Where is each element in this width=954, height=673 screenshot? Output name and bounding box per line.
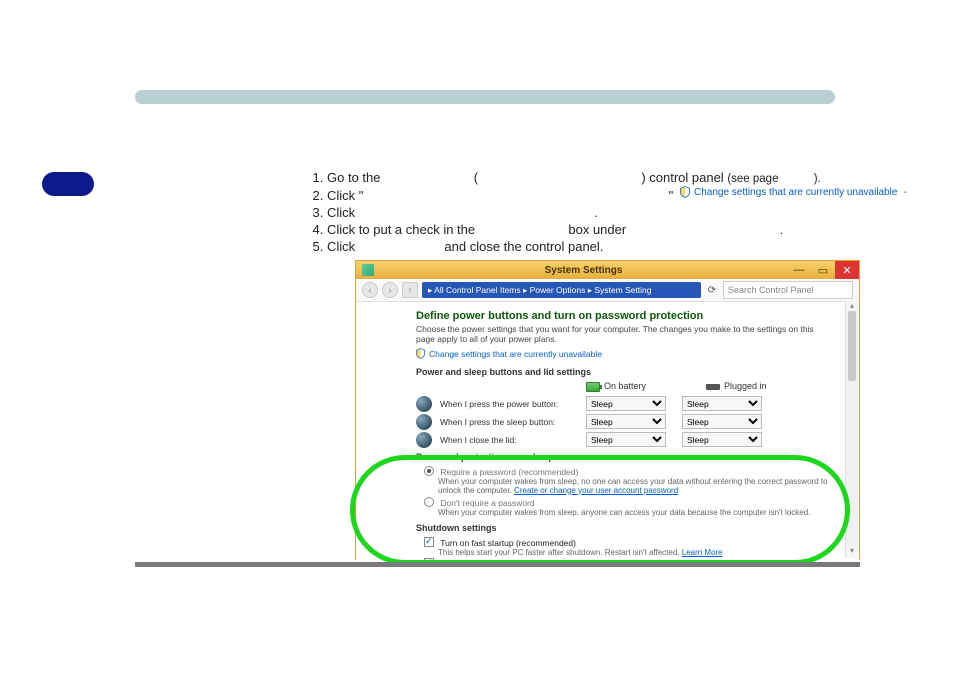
col-battery-label: On battery (604, 381, 646, 391)
scrollbar[interactable]: ▴ ▾ (845, 301, 858, 558)
shield-icon (680, 186, 690, 198)
row-label: When I press the sleep button: (440, 417, 586, 427)
step-text: Click to put a check in the (327, 222, 479, 237)
column-headers: On battery Plugged in (586, 381, 829, 392)
radio-label: Require a password (recommended) (440, 467, 578, 477)
window-titlebar: System Settings — ▭ ✕ (356, 261, 859, 279)
refresh-button[interactable]: ⟳ (705, 285, 719, 296)
change-settings-link[interactable]: Change settings that are currently unava… (416, 348, 829, 359)
dash: - (903, 187, 906, 198)
change-settings-inline-link: Change settings that are currently unava… (680, 186, 907, 198)
radio-require-password[interactable]: Require a password (recommended) When yo… (424, 466, 829, 495)
step-text: ) control panel (641, 170, 727, 185)
sleep-battery-select[interactable]: Sleep (586, 414, 666, 429)
step-text: ( (474, 170, 478, 185)
change-settings-inline-text: Change settings that are currently unava… (694, 187, 897, 198)
embedded-window-screenshot: System Settings — ▭ ✕ ‹ › ↑ ▸ All Contro… (355, 260, 860, 560)
radio-desc: When your computer wakes from sleep, any… (438, 508, 829, 517)
section-heading-buttons: Power and sleep buttons and lid settings (416, 367, 829, 377)
row-sleep-button: When I press the sleep button: Sleep Sle… (416, 414, 829, 430)
step-text-small: ). (814, 173, 821, 185)
address-breadcrumb[interactable]: ▸ All Control Panel Items ▸ Power Option… (422, 282, 701, 298)
step-text: . (594, 205, 598, 220)
radio-icon (424, 497, 434, 507)
step-text: box under (568, 222, 629, 237)
checkbox-icon (424, 558, 434, 560)
window-title: System Settings (380, 265, 787, 276)
row-label: When I close the lid: (440, 435, 586, 445)
row-power-button: When I press the power button: Sleep Sle… (416, 396, 829, 412)
section-heading-shutdown: Shutdown settings (416, 523, 829, 533)
col-plugged-label: Plugged in (724, 381, 767, 391)
window-body: Define power buttons and turn on passwor… (356, 302, 859, 560)
forward-button[interactable]: › (382, 282, 398, 298)
step-text: " (669, 188, 674, 203)
create-password-link[interactable]: Create or change your user account passw… (514, 486, 678, 495)
shield-icon (416, 348, 425, 359)
page-heading: Define power buttons and turn on passwor… (416, 310, 829, 322)
change-settings-link-text: Change settings that are currently unava… (429, 349, 602, 359)
step-4: Click to put a check in the box under . (327, 222, 825, 238)
close-button[interactable]: ✕ (835, 261, 859, 279)
battery-icon (586, 382, 600, 392)
shutdown-settings-block: Shutdown settings Turn on fast startup (… (416, 523, 829, 560)
scroll-thumb[interactable] (848, 311, 856, 381)
sleep-button-icon (416, 414, 432, 430)
checkbox-label: Sleep (440, 559, 462, 560)
step-text-small: (see page (727, 173, 778, 185)
step-1: Go to the ( ) control panel (see page ). (327, 170, 825, 187)
lid-battery-select[interactable]: Sleep (586, 432, 666, 447)
checkbox-label: Turn on fast startup (recommended) (440, 538, 576, 548)
step-text: Click (327, 239, 359, 254)
learn-more-link[interactable]: Learn More (682, 548, 723, 557)
page-subtext: Choose the power settings that you want … (416, 324, 829, 344)
step-text: Go to the (327, 170, 384, 185)
header-accent-bar (135, 90, 835, 104)
row-label: When I press the power button: (440, 399, 586, 409)
step-text: Click " (327, 188, 363, 203)
step-3: Click . (327, 205, 825, 221)
radio-icon (424, 466, 434, 476)
power-button-icon (416, 396, 432, 412)
radio-dont-require-password[interactable]: Don't require a password When your compu… (424, 497, 829, 517)
checkbox-icon (424, 537, 434, 547)
instruction-steps-block: Go to the ( ) control panel (see page ).… (305, 170, 825, 256)
radio-label: Don't require a password (440, 498, 534, 508)
search-input[interactable]: Search Control Panel (723, 281, 853, 299)
checkbox-desc: This helps start your PC faster after sh… (438, 548, 829, 557)
radio-desc: When your computer wakes from sleep, no … (438, 477, 829, 495)
step-text: Click (327, 205, 359, 220)
scroll-down-icon[interactable]: ▾ (846, 546, 858, 558)
section-heading-password: Password protection on wakeup (416, 452, 829, 462)
lid-icon (416, 432, 432, 448)
side-badge (42, 172, 94, 196)
step-text: and close the control panel. (444, 239, 603, 254)
power-plugged-select[interactable]: Sleep (682, 396, 762, 411)
maximize-button[interactable]: ▭ (811, 261, 835, 279)
power-battery-select[interactable]: Sleep (586, 396, 666, 411)
footer-divider (135, 562, 860, 567)
back-button[interactable]: ‹ (362, 282, 378, 298)
lid-plugged-select[interactable]: Sleep (682, 432, 762, 447)
step-5: Click and close the control panel. (327, 239, 825, 255)
document-page: Go to the ( ) control panel (see page ).… (0, 0, 954, 673)
checkbox-fast-startup[interactable]: Turn on fast startup (recommended) This … (424, 537, 829, 557)
window-nav-row: ‹ › ↑ ▸ All Control Panel Items ▸ Power … (356, 279, 859, 302)
window-app-icon (362, 264, 374, 276)
checkbox-sleep[interactable]: Sleep Show in Power menu. (424, 558, 829, 560)
minimize-button[interactable]: — (787, 261, 811, 279)
step-text: . (779, 222, 783, 237)
row-close-lid: When I close the lid: Sleep Sleep (416, 432, 829, 448)
plug-icon (706, 384, 720, 390)
sleep-plugged-select[interactable]: Sleep (682, 414, 762, 429)
up-button[interactable]: ↑ (402, 282, 418, 298)
